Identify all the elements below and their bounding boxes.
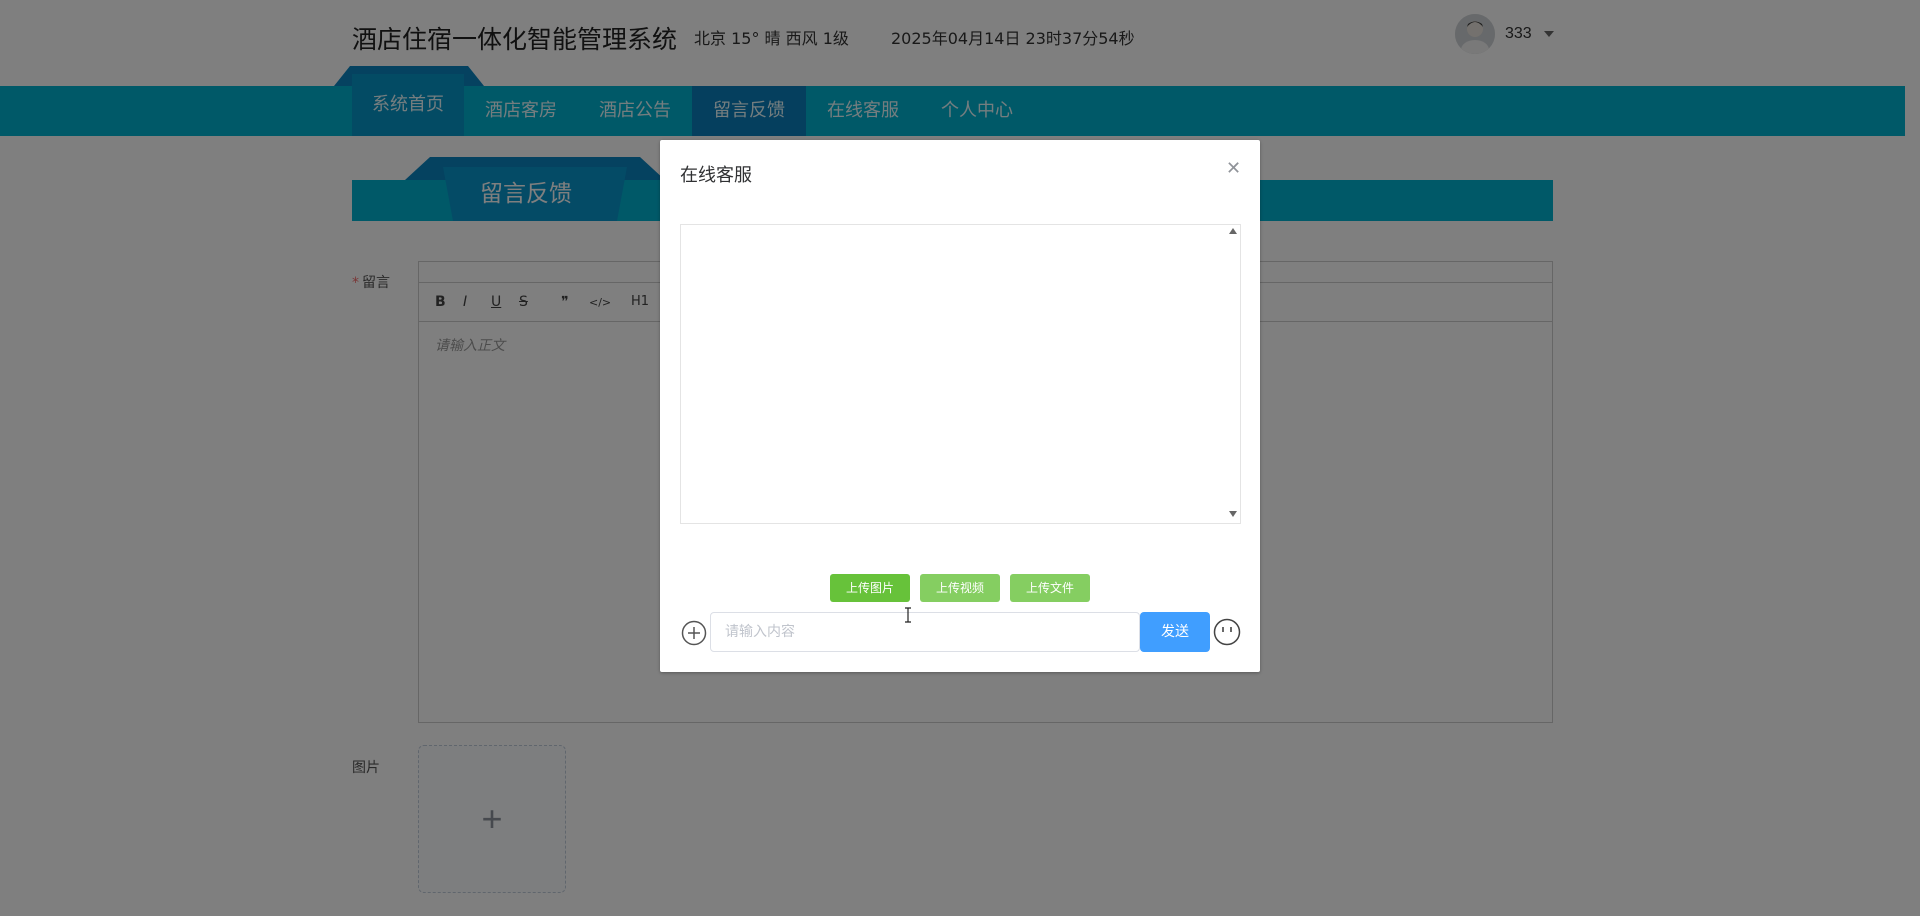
upload-video-button[interactable]: 上传视频 (920, 574, 1000, 602)
online-service-dialog: 在线客服 ✕ 上传图片 上传视频 上传文件 发送 (660, 140, 1260, 672)
emoji-icon[interactable] (1213, 618, 1241, 646)
scroll-down-arrow-icon[interactable] (1229, 511, 1237, 517)
message-input[interactable] (710, 612, 1140, 652)
scroll-up-arrow-icon[interactable] (1229, 228, 1237, 234)
add-circle-icon[interactable] (681, 620, 707, 646)
chat-message-area[interactable] (680, 224, 1241, 524)
text-cursor-icon (905, 607, 911, 623)
close-icon[interactable]: ✕ (1226, 158, 1241, 179)
upload-file-button[interactable]: 上传文件 (1010, 574, 1090, 602)
upload-image-button[interactable]: 上传图片 (830, 574, 910, 602)
dialog-title: 在线客服 (680, 165, 752, 186)
send-button[interactable]: 发送 (1140, 612, 1210, 652)
